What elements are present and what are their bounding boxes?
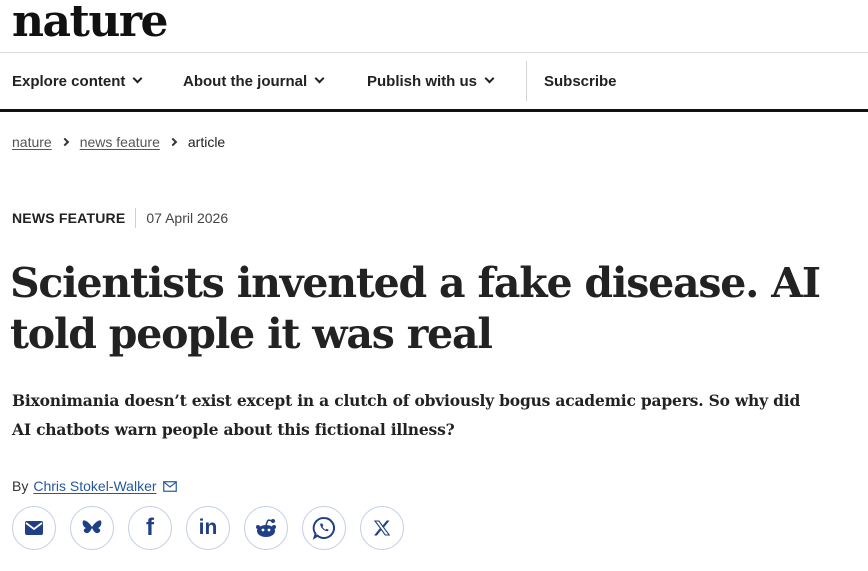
bluesky-icon bbox=[82, 520, 102, 534]
nav-about-journal[interactable]: About the journal bbox=[183, 53, 325, 109]
linkedin-icon: in bbox=[198, 516, 218, 539]
byline: By Chris Stokel-Walker bbox=[12, 478, 177, 494]
byline-prefix: By bbox=[12, 478, 29, 494]
nav-explore-content[interactable]: Explore content bbox=[12, 53, 143, 109]
nav-label: Subscribe bbox=[544, 72, 617, 90]
nav-subscribe[interactable]: Subscribe bbox=[544, 53, 617, 109]
nav-bottom-rule bbox=[0, 109, 868, 112]
whatsapp-icon bbox=[312, 516, 335, 540]
share-email-button[interactable] bbox=[12, 506, 56, 550]
chevron-right-icon bbox=[168, 137, 178, 147]
author-link[interactable]: Chris Stokel-Walker bbox=[33, 478, 156, 494]
site-logo[interactable]: nature bbox=[12, 0, 169, 44]
article-date: 07 April 2026 bbox=[146, 210, 229, 226]
share-x-button[interactable] bbox=[360, 506, 404, 550]
chevron-down-icon bbox=[484, 73, 495, 84]
reddit-icon bbox=[256, 519, 276, 537]
share-reddit-button[interactable] bbox=[244, 506, 288, 550]
share-linkedin-button[interactable]: in bbox=[186, 506, 230, 550]
share-whatsapp-button[interactable] bbox=[302, 506, 346, 550]
meta-divider bbox=[135, 208, 137, 228]
nav-separator bbox=[526, 61, 527, 101]
breadcrumb-link-nature[interactable]: nature bbox=[12, 134, 52, 150]
breadcrumb-link-news-feature[interactable]: news feature bbox=[80, 134, 160, 150]
share-facebook-button[interactable]: f bbox=[128, 506, 172, 550]
chevron-right-icon bbox=[60, 137, 69, 147]
article-type: NEWS FEATURE bbox=[12, 210, 126, 226]
nav-label: Explore content bbox=[12, 72, 126, 90]
author-email-icon[interactable] bbox=[162, 480, 177, 492]
nav-label: Publish with us bbox=[367, 72, 478, 90]
article-standfirst: Bixonimania doesn’t exist except in a cl… bbox=[12, 391, 801, 439]
nav-publish-with-us[interactable]: Publish with us bbox=[367, 53, 495, 109]
main-navigation: Explore content About the journal Publis… bbox=[0, 53, 868, 109]
x-icon bbox=[373, 520, 391, 536]
email-icon bbox=[25, 521, 43, 535]
breadcrumb: nature news feature article bbox=[12, 134, 225, 150]
chevron-down-icon bbox=[314, 73, 325, 84]
article-meta: NEWS FEATURE 07 April 2026 bbox=[12, 208, 228, 228]
nav-label: About the journal bbox=[183, 72, 308, 90]
facebook-icon: f bbox=[146, 514, 154, 541]
chevron-down-icon bbox=[132, 73, 143, 84]
share-bar: f in bbox=[12, 506, 418, 550]
article-title: Scientists invented a fake disease. AI t… bbox=[10, 259, 821, 358]
breadcrumb-current: article bbox=[187, 134, 226, 150]
share-bluesky-button[interactable] bbox=[70, 506, 114, 550]
